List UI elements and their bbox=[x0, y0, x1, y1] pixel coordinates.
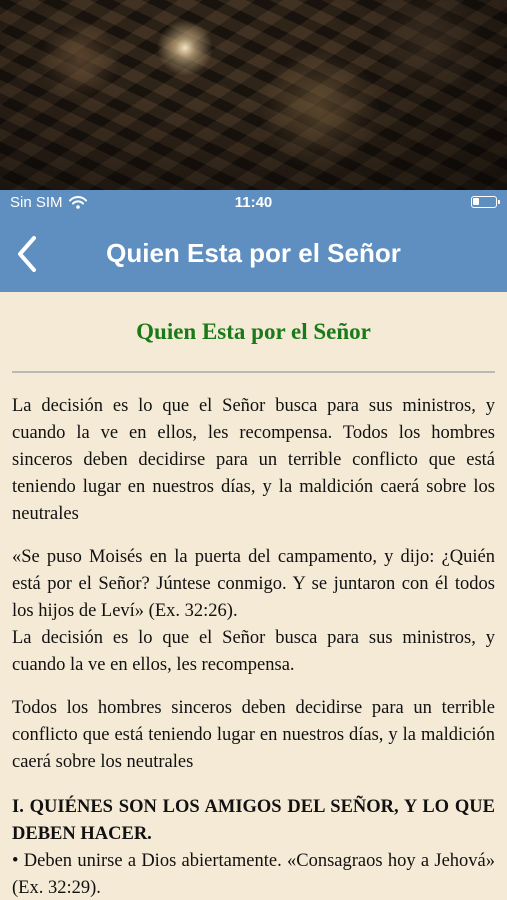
header-photo bbox=[0, 0, 507, 190]
paragraph: Todos los hombres sinceros deben decidir… bbox=[12, 698, 495, 772]
status-time: 11:40 bbox=[234, 194, 273, 211]
battery-level bbox=[473, 198, 479, 205]
nav-bar: Quien Esta por el Señor bbox=[0, 216, 507, 292]
article-body: La decisión es lo que el Señor busca par… bbox=[0, 393, 507, 900]
nav-title: Quien Esta por el Señor bbox=[106, 238, 401, 268]
paragraph: «Se puso Moisés en la puerta del campame… bbox=[12, 547, 495, 621]
paragraph: La decisión es lo que el Señor busca par… bbox=[12, 628, 495, 675]
article-content[interactable]: Quien Esta por el Señor La decisión es l… bbox=[0, 292, 507, 900]
article-title: Quien Esta por el Señor bbox=[136, 319, 371, 344]
bullet-item: • Deben unirse a Dios abiertamente. «Con… bbox=[12, 851, 495, 898]
paragraph: La decisión es lo que el Señor busca par… bbox=[12, 396, 495, 524]
battery-icon bbox=[471, 196, 500, 208]
title-divider bbox=[12, 371, 495, 373]
section-heading: I. QUIÉNES SON LOS AMIGOS DEL SEÑOR, Y L… bbox=[12, 797, 495, 844]
status-bar: Sin SIM 11:40 bbox=[0, 190, 507, 216]
